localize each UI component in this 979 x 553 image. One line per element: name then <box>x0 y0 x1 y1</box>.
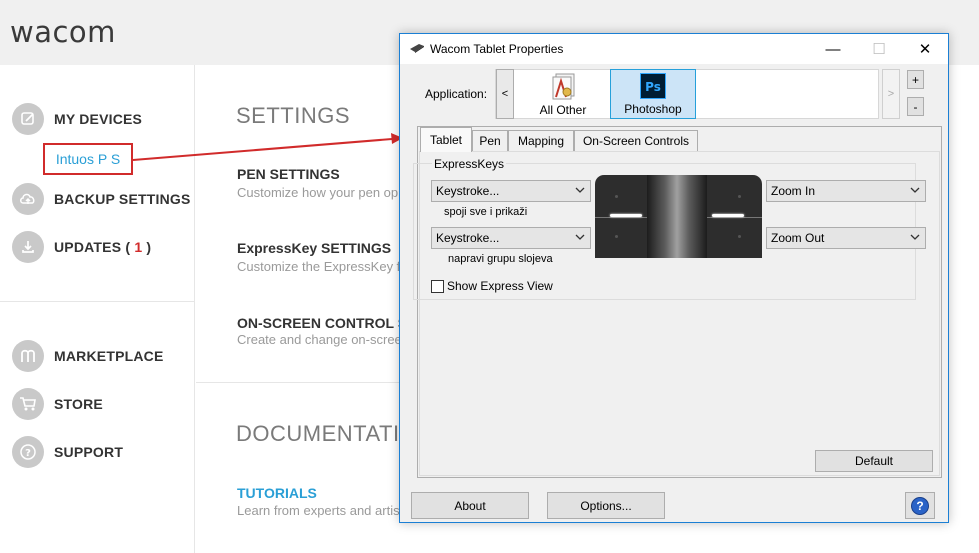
expresskey-3-select[interactable]: Zoom In <box>766 180 926 202</box>
wacom-tablet-properties-window: Wacom Tablet Properties — ☐ ✕ Applicatio… <box>399 33 949 523</box>
help-icon: ? <box>911 496 929 515</box>
tablet-edge <box>595 217 647 218</box>
cloud-upload-icon <box>12 183 44 215</box>
show-express-view-label[interactable]: Show Express View <box>447 279 553 293</box>
chevron-down-icon <box>575 187 585 193</box>
wacom-logo: wacom <box>10 15 116 49</box>
help-icon: ? <box>12 436 44 468</box>
tab-pen[interactable]: Pen <box>472 130 508 151</box>
documentation-heading: DOCUMENTATIO <box>236 421 418 446</box>
tutorials-desc: Learn from experts and artist <box>237 503 404 518</box>
all-other-icon <box>552 73 575 100</box>
expresskey-settings-desc: Customize the ExpressKey fu <box>237 259 408 274</box>
show-express-view-checkbox[interactable] <box>431 280 444 293</box>
settings-heading: SETTINGS <box>236 103 351 128</box>
expresskeys-group-label: ExpressKeys <box>432 157 507 171</box>
tab-mapping[interactable]: Mapping <box>508 130 574 151</box>
remove-application-button[interactable]: - <box>907 97 924 116</box>
chevron-down-icon <box>910 187 920 193</box>
sidebar-item-support[interactable]: ? SUPPORT <box>12 435 123 469</box>
about-button[interactable]: About <box>411 492 529 519</box>
sidebar-item-label: MY DEVICES <box>54 111 143 127</box>
photoshop-icon: Ps <box>640 73 666 99</box>
tablet-dot <box>738 235 741 238</box>
tablet-icon <box>410 44 424 53</box>
tablet-dot <box>738 195 741 198</box>
add-application-button[interactable]: + <box>907 70 924 89</box>
help-button[interactable]: ? <box>905 492 935 519</box>
chevron-down-icon <box>575 234 585 240</box>
sidebar-item-store[interactable]: STORE <box>12 387 103 421</box>
expresskey-settings-link[interactable]: ExpressKey SETTINGS <box>237 240 391 256</box>
sidebar-item-label: SUPPORT <box>54 444 124 460</box>
app-tile-label: All Other <box>539 103 587 117</box>
sidebar-item-updates[interactable]: UPDATES ( 1 ) <box>12 230 151 264</box>
tablet-edge <box>707 217 762 218</box>
cart-icon <box>12 388 44 420</box>
sidebar-item-label: STORE <box>54 396 103 412</box>
sidebar: MY DEVICES Intuos P S BACKUP SETTINGS UP… <box>0 65 195 553</box>
edit-icon <box>12 103 44 135</box>
expresskey-1-caption: spoji sve i prikaži <box>444 206 528 218</box>
tablet-led-left <box>610 214 642 217</box>
tutorials-link[interactable]: TUTORIALS <box>237 485 317 501</box>
tablet-dot <box>615 195 618 198</box>
updates-label: UPDATES ( <box>54 239 135 255</box>
on-screen-control-settings-desc: Create and change on-scree <box>237 332 402 347</box>
app-tile-photoshop[interactable]: Ps Photoshop <box>610 69 696 119</box>
sidebar-item-label: BACKUP SETTINGS <box>54 191 191 207</box>
tablet-led-right <box>712 214 744 217</box>
sidebar-item-marketplace[interactable]: MARKETPLACE <box>12 339 164 373</box>
close-button[interactable]: ✕ <box>902 34 948 64</box>
expresskey-3-value: Zoom In <box>771 184 816 198</box>
device-link-intuos[interactable]: Intuos P S <box>43 143 133 175</box>
app-tile-all-other[interactable]: All Other <box>520 69 606 119</box>
sidebar-item-label: UPDATES ( 1 ) <box>54 239 151 255</box>
title-bar: Wacom Tablet Properties — ☐ ✕ <box>400 34 948 64</box>
updates-label-close: ) <box>142 239 152 255</box>
expresskey-2-caption: napravi grupu slojeva <box>448 253 553 265</box>
expresskey-2-value: Keystroke... <box>436 231 500 245</box>
window-title: Wacom Tablet Properties <box>430 42 564 56</box>
application-label: Application: <box>425 87 488 101</box>
expresskey-2-select[interactable]: Keystroke... <box>431 227 591 249</box>
tab-tablet[interactable]: Tablet <box>420 127 472 152</box>
sidebar-item-backup-settings[interactable]: BACKUP SETTINGS <box>12 182 191 216</box>
chevron-down-icon <box>910 234 920 240</box>
pen-settings-desc: Customize how your pen op <box>237 185 399 200</box>
pen-settings-link[interactable]: PEN SETTINGS <box>237 166 340 182</box>
main-divider <box>196 382 406 383</box>
expresskey-1-select[interactable]: Keystroke... <box>431 180 591 202</box>
sidebar-divider <box>0 301 195 302</box>
tablet-preview-image <box>595 175 762 258</box>
marketplace-icon <box>12 340 44 372</box>
expresskey-4-value: Zoom Out <box>771 231 825 245</box>
app-tile-label: Photoshop <box>624 102 682 116</box>
maximize-button[interactable]: ☐ <box>856 34 902 64</box>
app-scroll-right-button[interactable]: > <box>882 69 900 119</box>
tab-on-screen-controls[interactable]: On-Screen Controls <box>574 130 698 151</box>
minimize-button[interactable]: — <box>810 34 856 64</box>
tablet-touch-strip <box>647 175 707 258</box>
options-button[interactable]: Options... <box>547 492 665 519</box>
svg-text:Ps: Ps <box>645 80 661 94</box>
sidebar-item-label: MARKETPLACE <box>54 348 164 364</box>
default-button[interactable]: Default <box>815 450 933 472</box>
on-screen-control-settings-link[interactable]: ON-SCREEN CONTROL SE <box>237 315 416 331</box>
download-icon <box>12 231 44 263</box>
svg-text:?: ? <box>25 448 31 459</box>
expresskey-1-value: Keystroke... <box>436 184 500 198</box>
app-scroll-left-button[interactable]: < <box>496 69 514 119</box>
sidebar-item-my-devices[interactable]: MY DEVICES <box>12 102 142 136</box>
expresskey-4-select[interactable]: Zoom Out <box>766 227 926 249</box>
tablet-dot <box>615 235 618 238</box>
